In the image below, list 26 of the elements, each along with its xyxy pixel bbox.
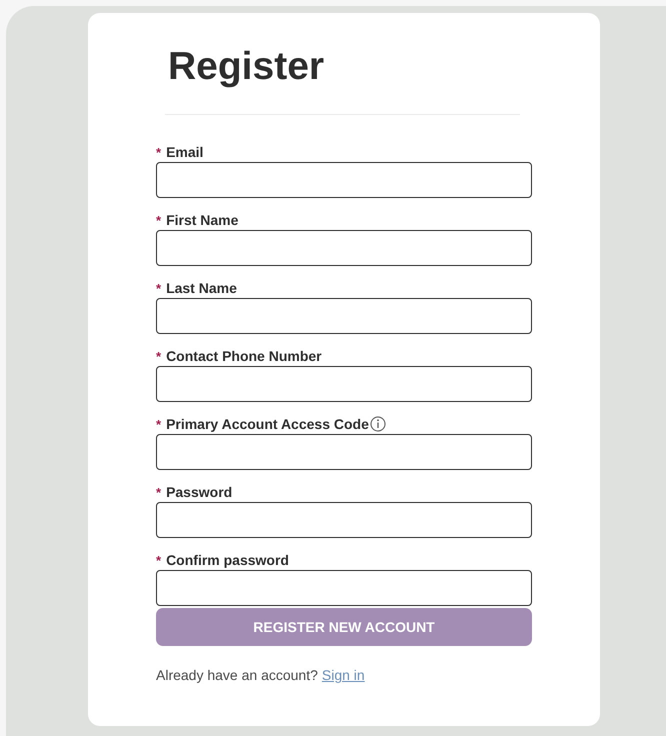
input-field[interactable] — [156, 298, 532, 334]
required-mark: * — [156, 144, 162, 160]
required-mark: * — [156, 212, 162, 228]
field-label: Last Name — [166, 280, 237, 296]
required-mark: * — [156, 280, 162, 296]
info-icon[interactable] — [370, 416, 386, 432]
field-label: Contact Phone Number — [166, 348, 322, 364]
field-label: Password — [166, 484, 232, 500]
required-mark: * — [156, 348, 162, 364]
field-label: First Name — [166, 212, 238, 228]
input-field[interactable] — [156, 434, 532, 470]
field-label: Confirm password — [166, 552, 289, 568]
required-mark: * — [156, 484, 162, 500]
input-field[interactable] — [156, 230, 532, 266]
input-field[interactable] — [156, 502, 532, 538]
field-label: Email — [166, 144, 204, 160]
register-button[interactable]: REGISTER NEW ACCOUNT — [156, 608, 532, 646]
required-mark: * — [156, 552, 162, 568]
footer-text: Already have an account? — [156, 667, 318, 683]
page-title: Register — [168, 44, 326, 90]
input-field[interactable] — [156, 570, 532, 606]
input-field[interactable] — [156, 366, 532, 402]
field-label: Primary Account Access Code — [166, 416, 369, 432]
required-mark: * — [156, 416, 162, 432]
input-field[interactable] — [156, 162, 532, 198]
sign-in-link[interactable]: Sign in — [322, 667, 365, 683]
